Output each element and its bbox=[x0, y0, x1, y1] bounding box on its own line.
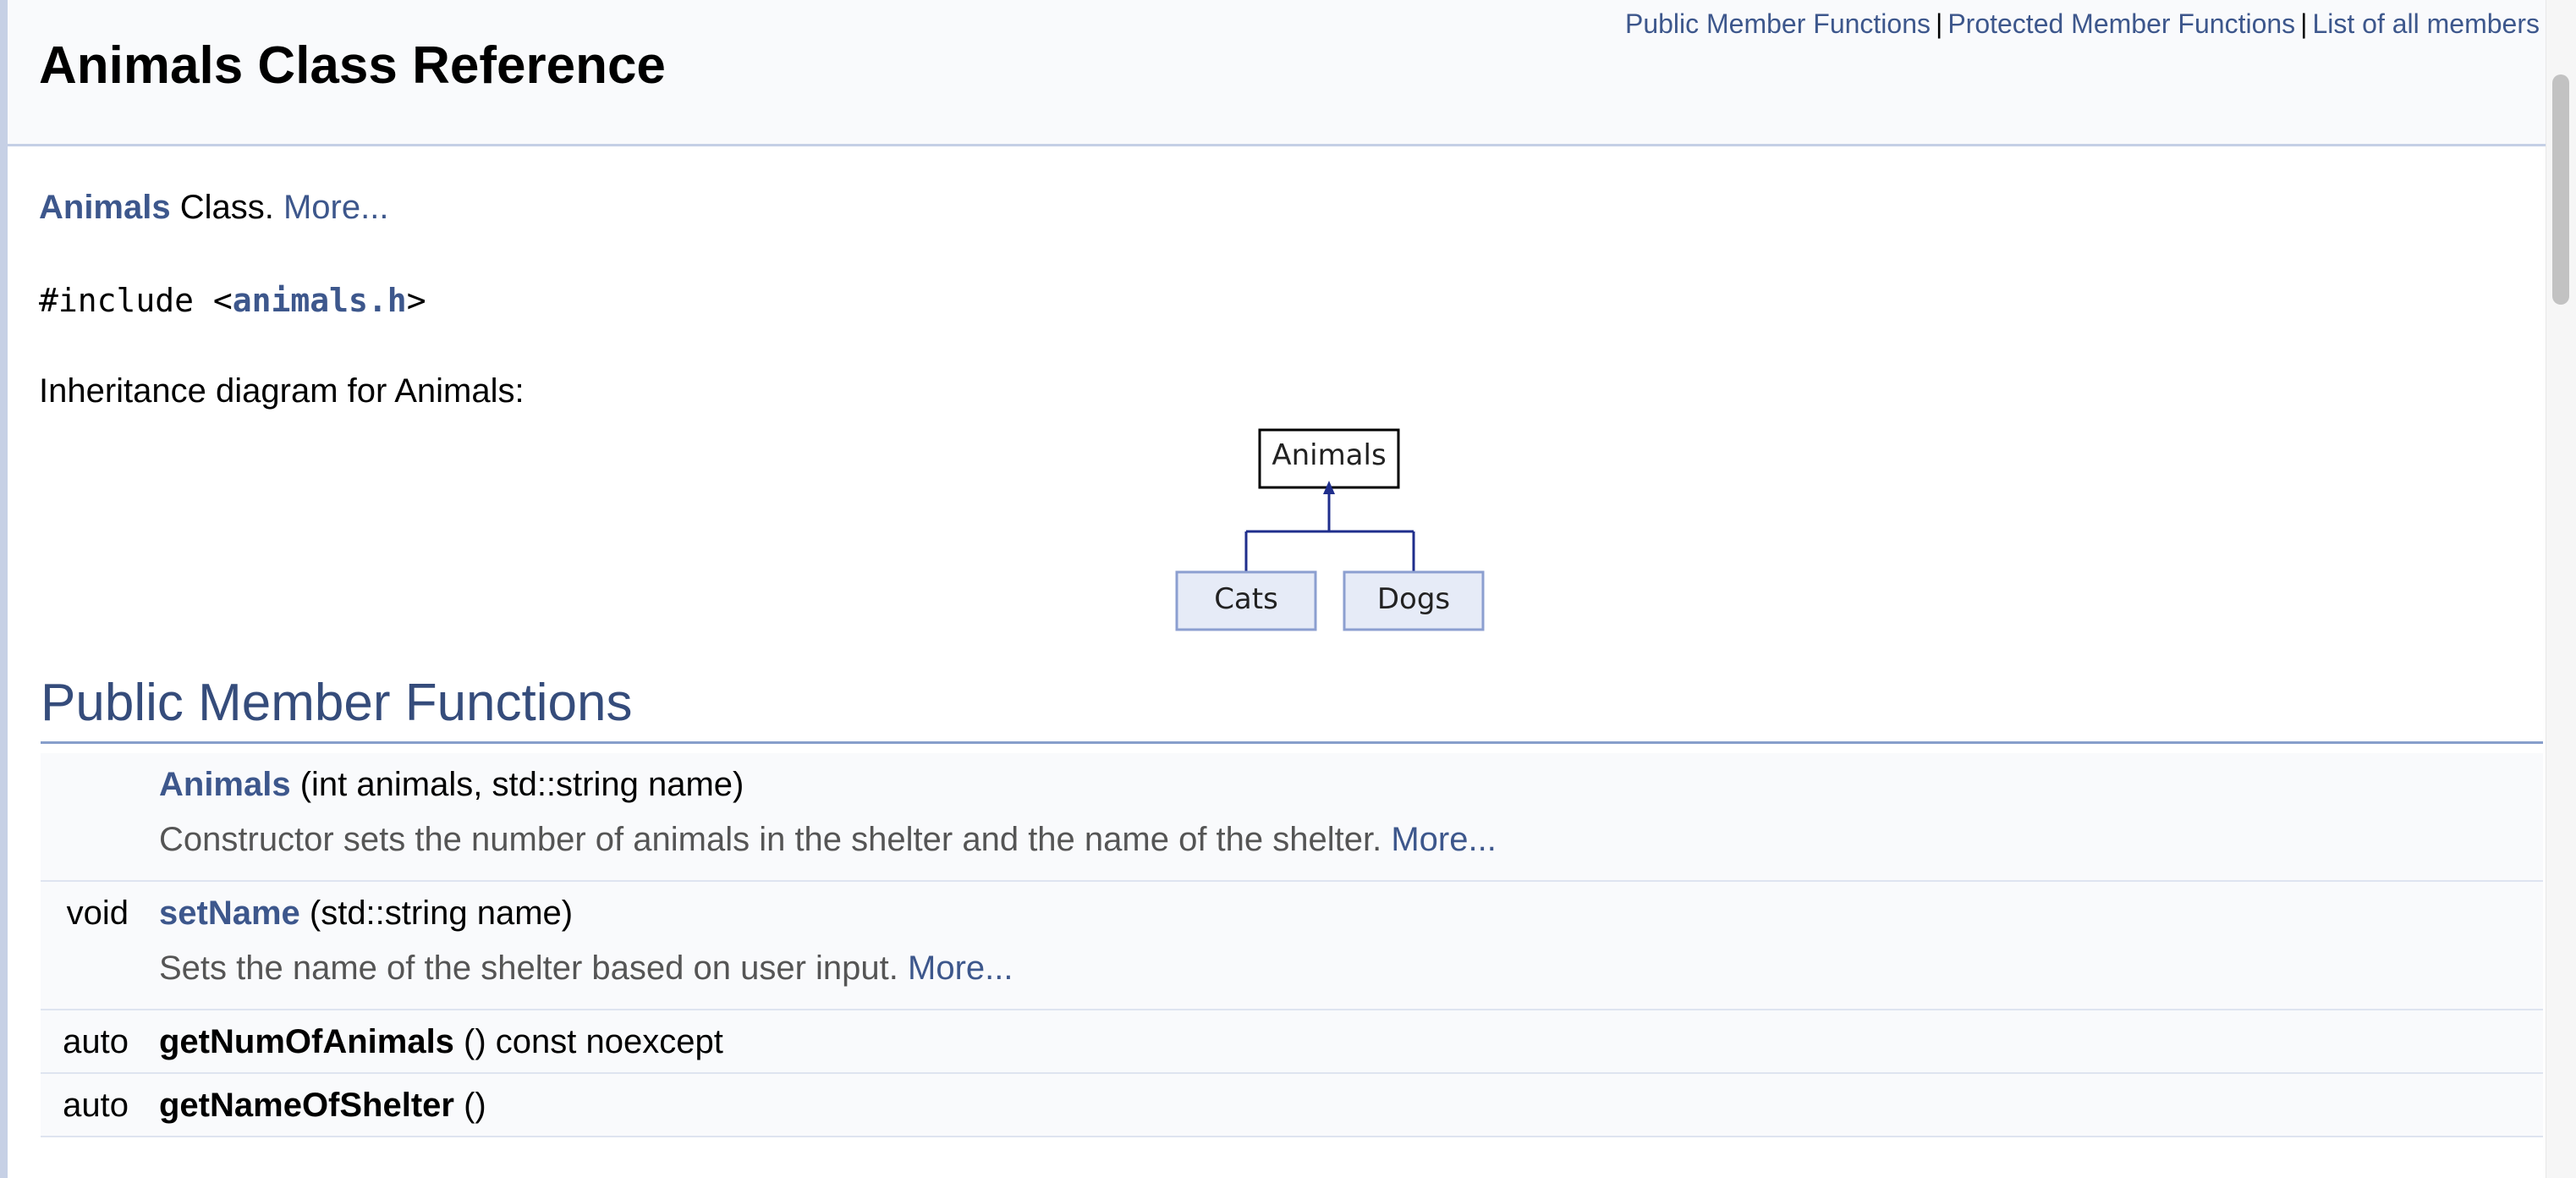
member-signature: getNumOfAnimals () const noexcept bbox=[159, 1023, 723, 1061]
member-name: getNumOfAnimals bbox=[159, 1023, 454, 1060]
nav-separator: | bbox=[2300, 8, 2308, 39]
member-return-type: auto bbox=[63, 1087, 129, 1124]
member-signature: getNameOfShelter () bbox=[159, 1087, 486, 1125]
inheritance-diagram: Animals Cats Dogs bbox=[1175, 428, 1485, 631]
nav-public-member-functions-link[interactable]: Public Member Functions bbox=[1625, 8, 1931, 39]
member-more-link[interactable]: More... bbox=[908, 950, 1013, 987]
diagram-derived-label: Dogs bbox=[1377, 582, 1450, 616]
member-row: auto getNameOfShelter () bbox=[41, 1074, 2543, 1137]
member-name: getNameOfShelter bbox=[159, 1087, 454, 1124]
vertical-scrollbar[interactable] bbox=[2546, 0, 2576, 1178]
member-description: Constructor sets the number of animals i… bbox=[159, 821, 1497, 859]
member-row: auto getNumOfAnimals () const noexcept bbox=[41, 1010, 2543, 1074]
member-desc-text: Constructor sets the number of animals i… bbox=[159, 821, 1392, 858]
member-more-link[interactable]: More... bbox=[1391, 821, 1496, 858]
brief-more-link[interactable]: More... bbox=[283, 189, 388, 226]
page-title: Animals Class Reference bbox=[39, 36, 666, 95]
inheritance-label: Inheritance diagram for Animals: bbox=[39, 372, 525, 410]
include-prefix: #include < bbox=[39, 282, 233, 319]
class-name-link[interactable]: Animals bbox=[39, 189, 171, 226]
include-line: #include <animals.h> bbox=[39, 282, 426, 319]
member-list: Animals (int animals, std::string name) … bbox=[41, 753, 2543, 1137]
member-params: (std::string name) bbox=[299, 895, 574, 932]
doxygen-page: Public Member Functions | Protected Member… bbox=[0, 0, 2576, 1178]
member-params: (int animals, std::string name) bbox=[290, 766, 744, 803]
member-return-type: auto bbox=[63, 1023, 129, 1060]
member-return-type: void bbox=[66, 895, 129, 932]
member-params: () const noexcept bbox=[453, 1023, 723, 1060]
member-signature: setName (std::string name) bbox=[159, 895, 573, 933]
brief-description: Animals Class. More... bbox=[39, 189, 388, 227]
member-desc-text: Sets the name of the shelter based on us… bbox=[159, 950, 908, 987]
nav-list-all-members-link[interactable]: List of all members bbox=[2312, 8, 2540, 39]
diagram-derived-label: Cats bbox=[1214, 582, 1278, 616]
diagram-derived-box-cats[interactable]: Cats bbox=[1175, 570, 1317, 631]
member-signature: Animals (int animals, std::string name) bbox=[159, 766, 744, 804]
section-divider bbox=[41, 741, 2543, 744]
include-suffix: > bbox=[406, 282, 426, 319]
member-name-link[interactable]: setName bbox=[159, 895, 300, 932]
diagram-base-box[interactable]: Animals bbox=[1258, 428, 1400, 489]
diagram-connector bbox=[1244, 481, 1415, 572]
member-row: Animals (int animals, std::string name) … bbox=[41, 753, 2543, 882]
brief-text: Class. bbox=[170, 189, 283, 226]
page-header: Public Member Functions | Protected Member… bbox=[8, 0, 2546, 146]
summary-nav: Public Member Functions | Protected Member… bbox=[1625, 8, 2540, 40]
nav-separator: | bbox=[1936, 8, 1943, 39]
scrollbar-thumb[interactable] bbox=[2552, 74, 2569, 305]
include-file-link[interactable]: animals.h bbox=[233, 282, 407, 319]
member-params: () bbox=[453, 1087, 486, 1124]
left-border bbox=[0, 0, 8, 1178]
member-description: Sets the name of the shelter based on us… bbox=[159, 950, 1013, 988]
section-title: Public Member Functions bbox=[41, 674, 633, 732]
nav-protected-member-functions-link[interactable]: Protected Member Functions bbox=[1947, 8, 2295, 39]
member-row: void setName (std::string name) Sets the… bbox=[41, 882, 2543, 1010]
member-name-link[interactable]: Animals bbox=[159, 766, 291, 803]
diagram-base-label: Animals bbox=[1272, 438, 1386, 472]
diagram-derived-box-dogs[interactable]: Dogs bbox=[1343, 570, 1485, 631]
